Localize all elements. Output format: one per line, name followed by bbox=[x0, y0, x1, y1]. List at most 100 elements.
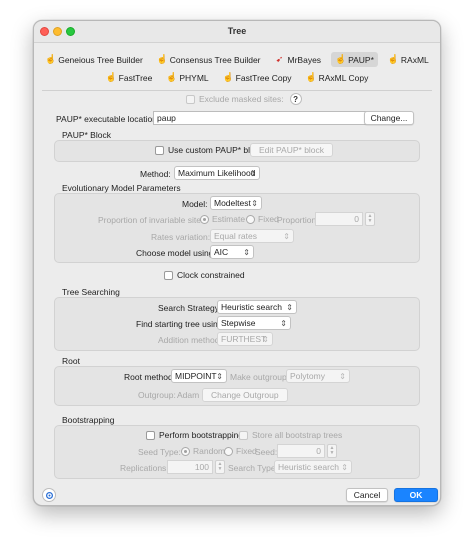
make-outgroup-select[interactable]: Polytomy ⇕ bbox=[286, 369, 350, 383]
method-select[interactable]: Maximum Likelihood ⇕ bbox=[174, 166, 260, 180]
tab-consensus-tree-builder[interactable]: ☝ Consensus Tree Builder bbox=[153, 52, 265, 67]
executable-path-input[interactable] bbox=[153, 111, 389, 125]
plugin-icon: ☝ bbox=[105, 72, 117, 82]
tab-raxml-copy[interactable]: ☝ RAxML Copy bbox=[302, 70, 373, 85]
seed-stepper[interactable]: ▲ ▼ bbox=[327, 444, 337, 458]
seed-fixed-radio[interactable] bbox=[224, 446, 233, 456]
tab-phyml[interactable]: ☝ PHYML bbox=[162, 70, 212, 85]
chevron-updown-icon: ⇕ bbox=[216, 372, 223, 381]
plugin-icon: ☝ bbox=[45, 54, 57, 64]
clock-checkbox[interactable] bbox=[164, 270, 173, 280]
outgroup-value: Adam bbox=[177, 390, 200, 400]
seed-label: Seed: bbox=[255, 447, 278, 457]
replications-stepper[interactable]: ▲ ▼ bbox=[215, 460, 225, 474]
model-label: Model: bbox=[182, 199, 208, 209]
plugin-icon: ☝ bbox=[387, 54, 400, 64]
search-type-label: Search Type: bbox=[228, 463, 278, 473]
help-button[interactable]: ? bbox=[289, 93, 302, 105]
proportion-label: Proportion: bbox=[277, 215, 319, 225]
bootstrap-title: Bootstrapping bbox=[62, 415, 115, 425]
store-trees-checkbox[interactable] bbox=[239, 430, 248, 440]
chevron-updown-icon: ⇕ bbox=[286, 303, 293, 312]
seed-fixed-option[interactable]: Fixed bbox=[224, 446, 257, 456]
tab-mrbayes[interactable]: ➹ MrBayes bbox=[271, 52, 326, 67]
strategy-label: Search Strategy: bbox=[158, 303, 222, 313]
plugin-icon: ☝ bbox=[156, 54, 169, 64]
seed-input[interactable] bbox=[277, 444, 325, 458]
choose-model-select[interactable]: AIC ⇕ bbox=[210, 245, 254, 259]
perform-bootstrap-row: Perform bootstrapping bbox=[146, 430, 243, 440]
seed-random-option[interactable]: Random bbox=[181, 446, 225, 456]
bird-icon: ➹ bbox=[275, 54, 284, 64]
executable-label: PAUP* executable location: bbox=[56, 114, 160, 124]
chevron-updown-icon: ⇕ bbox=[283, 232, 290, 241]
perform-bootstrap-checkbox[interactable] bbox=[146, 430, 155, 440]
ok-button[interactable]: OK bbox=[394, 488, 438, 502]
method-label: Method: bbox=[140, 169, 171, 179]
tab-geneious-tree-builder[interactable]: ☝ Geneious Tree Builder bbox=[41, 52, 147, 67]
pinv-label: Proportion of invariable sites: bbox=[98, 215, 208, 225]
plugin-icon: ☝ bbox=[305, 72, 317, 82]
addition-select[interactable]: FURTHEST ⇕ bbox=[217, 332, 273, 346]
estimate-radio[interactable] bbox=[200, 214, 209, 224]
root-title: Root bbox=[62, 356, 80, 366]
store-trees-row: Store all bootstrap trees bbox=[239, 430, 342, 440]
replications-label: Replications: bbox=[120, 463, 169, 473]
random-radio[interactable] bbox=[181, 446, 190, 456]
proportion-stepper[interactable]: ▲ ▼ bbox=[365, 212, 375, 226]
tab-row-2: ☝ FastTree ☝ PHYML ☝ FastTree Copy ☝ RAx… bbox=[34, 70, 440, 85]
exclude-masked-row: Exclude masked sites: ? bbox=[186, 93, 302, 105]
model-select[interactable]: Modeltest ⇕ bbox=[210, 196, 262, 210]
choose-model-label: Choose model using: bbox=[136, 248, 216, 258]
paup-block-title: PAUP* Block bbox=[62, 130, 111, 140]
tab-fasttree[interactable]: ☝ FastTree bbox=[102, 70, 157, 85]
edit-paup-block-button[interactable]: Edit PAUP* block bbox=[250, 143, 334, 157]
tree-dialog: Tree ☝ Geneious Tree Builder ☝ Consensus… bbox=[33, 20, 441, 506]
tree-search-title: Tree Searching bbox=[62, 287, 120, 297]
chevron-updown-icon: ⇕ bbox=[243, 248, 250, 257]
make-outgroup-label: Make outgroup: bbox=[230, 372, 290, 382]
cancel-button[interactable]: Cancel bbox=[346, 488, 388, 502]
custom-block-row: Use custom PAUP* block bbox=[155, 145, 263, 155]
replications-input[interactable] bbox=[167, 460, 213, 474]
tab-paup[interactable]: ☝ PAUP* bbox=[331, 52, 378, 67]
exclude-masked-checkbox[interactable] bbox=[186, 94, 195, 104]
custom-block-checkbox[interactable] bbox=[155, 145, 164, 155]
strategy-select[interactable]: Heuristic search ⇕ bbox=[217, 300, 297, 314]
seed-type-label: Seed Type: bbox=[138, 447, 181, 457]
tab-raxml[interactable]: ☝ RAxML bbox=[384, 52, 433, 67]
change-executable-button[interactable]: Change... bbox=[364, 111, 414, 125]
pinv-fixed-option[interactable]: Fixed bbox=[246, 214, 279, 224]
gear-icon bbox=[45, 491, 53, 499]
window-title: Tree bbox=[227, 26, 247, 36]
evo-model-title: Evolutionary Model Parameters bbox=[62, 183, 181, 193]
chevron-updown-icon: ⇕ bbox=[262, 335, 269, 344]
root-method-select[interactable]: MIDPOINT ⇕ bbox=[171, 369, 227, 383]
starting-tree-label: Find starting tree using: bbox=[136, 319, 225, 329]
proportion-input[interactable] bbox=[315, 212, 363, 226]
title-bar: Tree bbox=[34, 21, 440, 43]
pinv-estimate-option[interactable]: Estimate bbox=[200, 214, 245, 224]
tabs-divider bbox=[42, 90, 432, 91]
chevron-updown-icon: ⇕ bbox=[339, 372, 346, 381]
tab-fasttree-copy[interactable]: ☝ FastTree Copy bbox=[219, 70, 296, 85]
rates-label: Rates variation: bbox=[151, 232, 211, 242]
search-type-select[interactable]: Heuristic search ⇕ bbox=[274, 460, 352, 474]
plugin-icon: ☝ bbox=[222, 72, 234, 82]
fixed-radio[interactable] bbox=[246, 214, 255, 224]
plugin-icon: ☝ bbox=[335, 54, 347, 64]
rates-select[interactable]: Equal rates ⇕ bbox=[210, 229, 294, 243]
tab-row-1: ☝ Geneious Tree Builder ☝ Consensus Tree… bbox=[34, 52, 440, 67]
chevron-updown-icon: ⇕ bbox=[251, 199, 258, 208]
plugin-icon: ☝ bbox=[166, 72, 178, 82]
root-method-label: Root method: bbox=[124, 372, 176, 382]
starting-tree-select[interactable]: Stepwise ⇕ bbox=[217, 316, 291, 330]
options-button[interactable] bbox=[42, 488, 56, 502]
change-outgroup-button[interactable]: Change Outgroup bbox=[202, 388, 288, 402]
chevron-updown-icon: ⇕ bbox=[280, 319, 287, 328]
chevron-updown-icon: ⇕ bbox=[249, 169, 256, 178]
chevron-updown-icon: ⇕ bbox=[341, 463, 348, 472]
addition-label: Addition method: bbox=[158, 335, 222, 345]
clock-row: Clock constrained bbox=[164, 270, 245, 280]
outgroup-label: Outgroup: bbox=[138, 390, 176, 400]
